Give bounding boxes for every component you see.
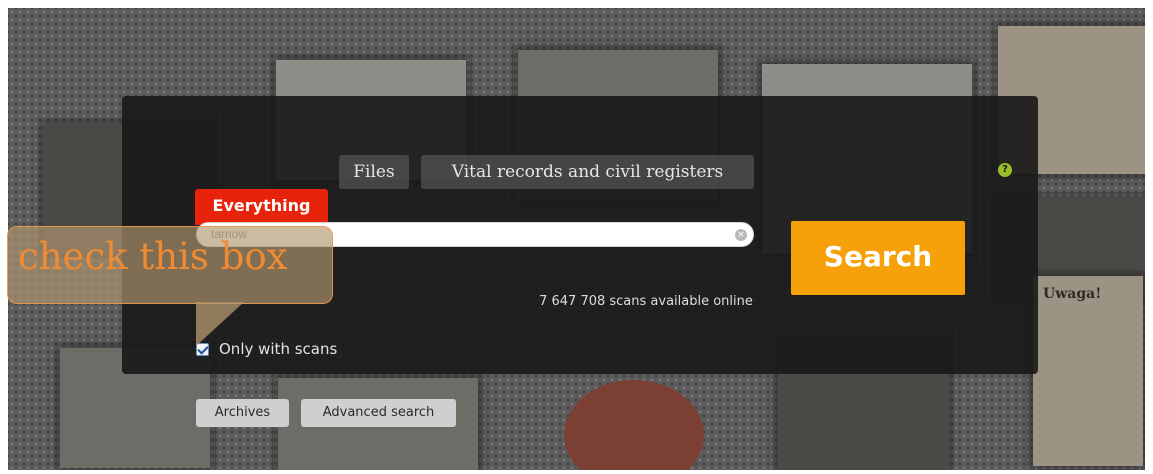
- advanced-search-button[interactable]: Advanced search: [301, 399, 456, 427]
- tab-everything[interactable]: Everything: [195, 189, 328, 225]
- background-document: Uwaga!: [1033, 276, 1143, 466]
- background-seal: [564, 380, 704, 470]
- search-button[interactable]: Search: [791, 221, 965, 295]
- tab-files[interactable]: Files: [339, 155, 409, 189]
- annotation-text: check this box: [18, 235, 288, 278]
- archives-button[interactable]: Archives: [196, 399, 289, 427]
- annotation-callout-tail: [196, 302, 244, 346]
- page: Uwaga! Files Vital records and civil reg…: [0, 0, 1153, 474]
- annotation-callout: check this box: [7, 226, 333, 304]
- background-document-text: Uwaga!: [1043, 286, 1102, 302]
- clear-icon[interactable]: ×: [735, 229, 747, 241]
- scans-available-count: 7 647 708 scans available online: [539, 294, 753, 309]
- help-icon[interactable]: ?: [998, 163, 1012, 177]
- tab-vital-records[interactable]: Vital records and civil registers: [421, 155, 754, 189]
